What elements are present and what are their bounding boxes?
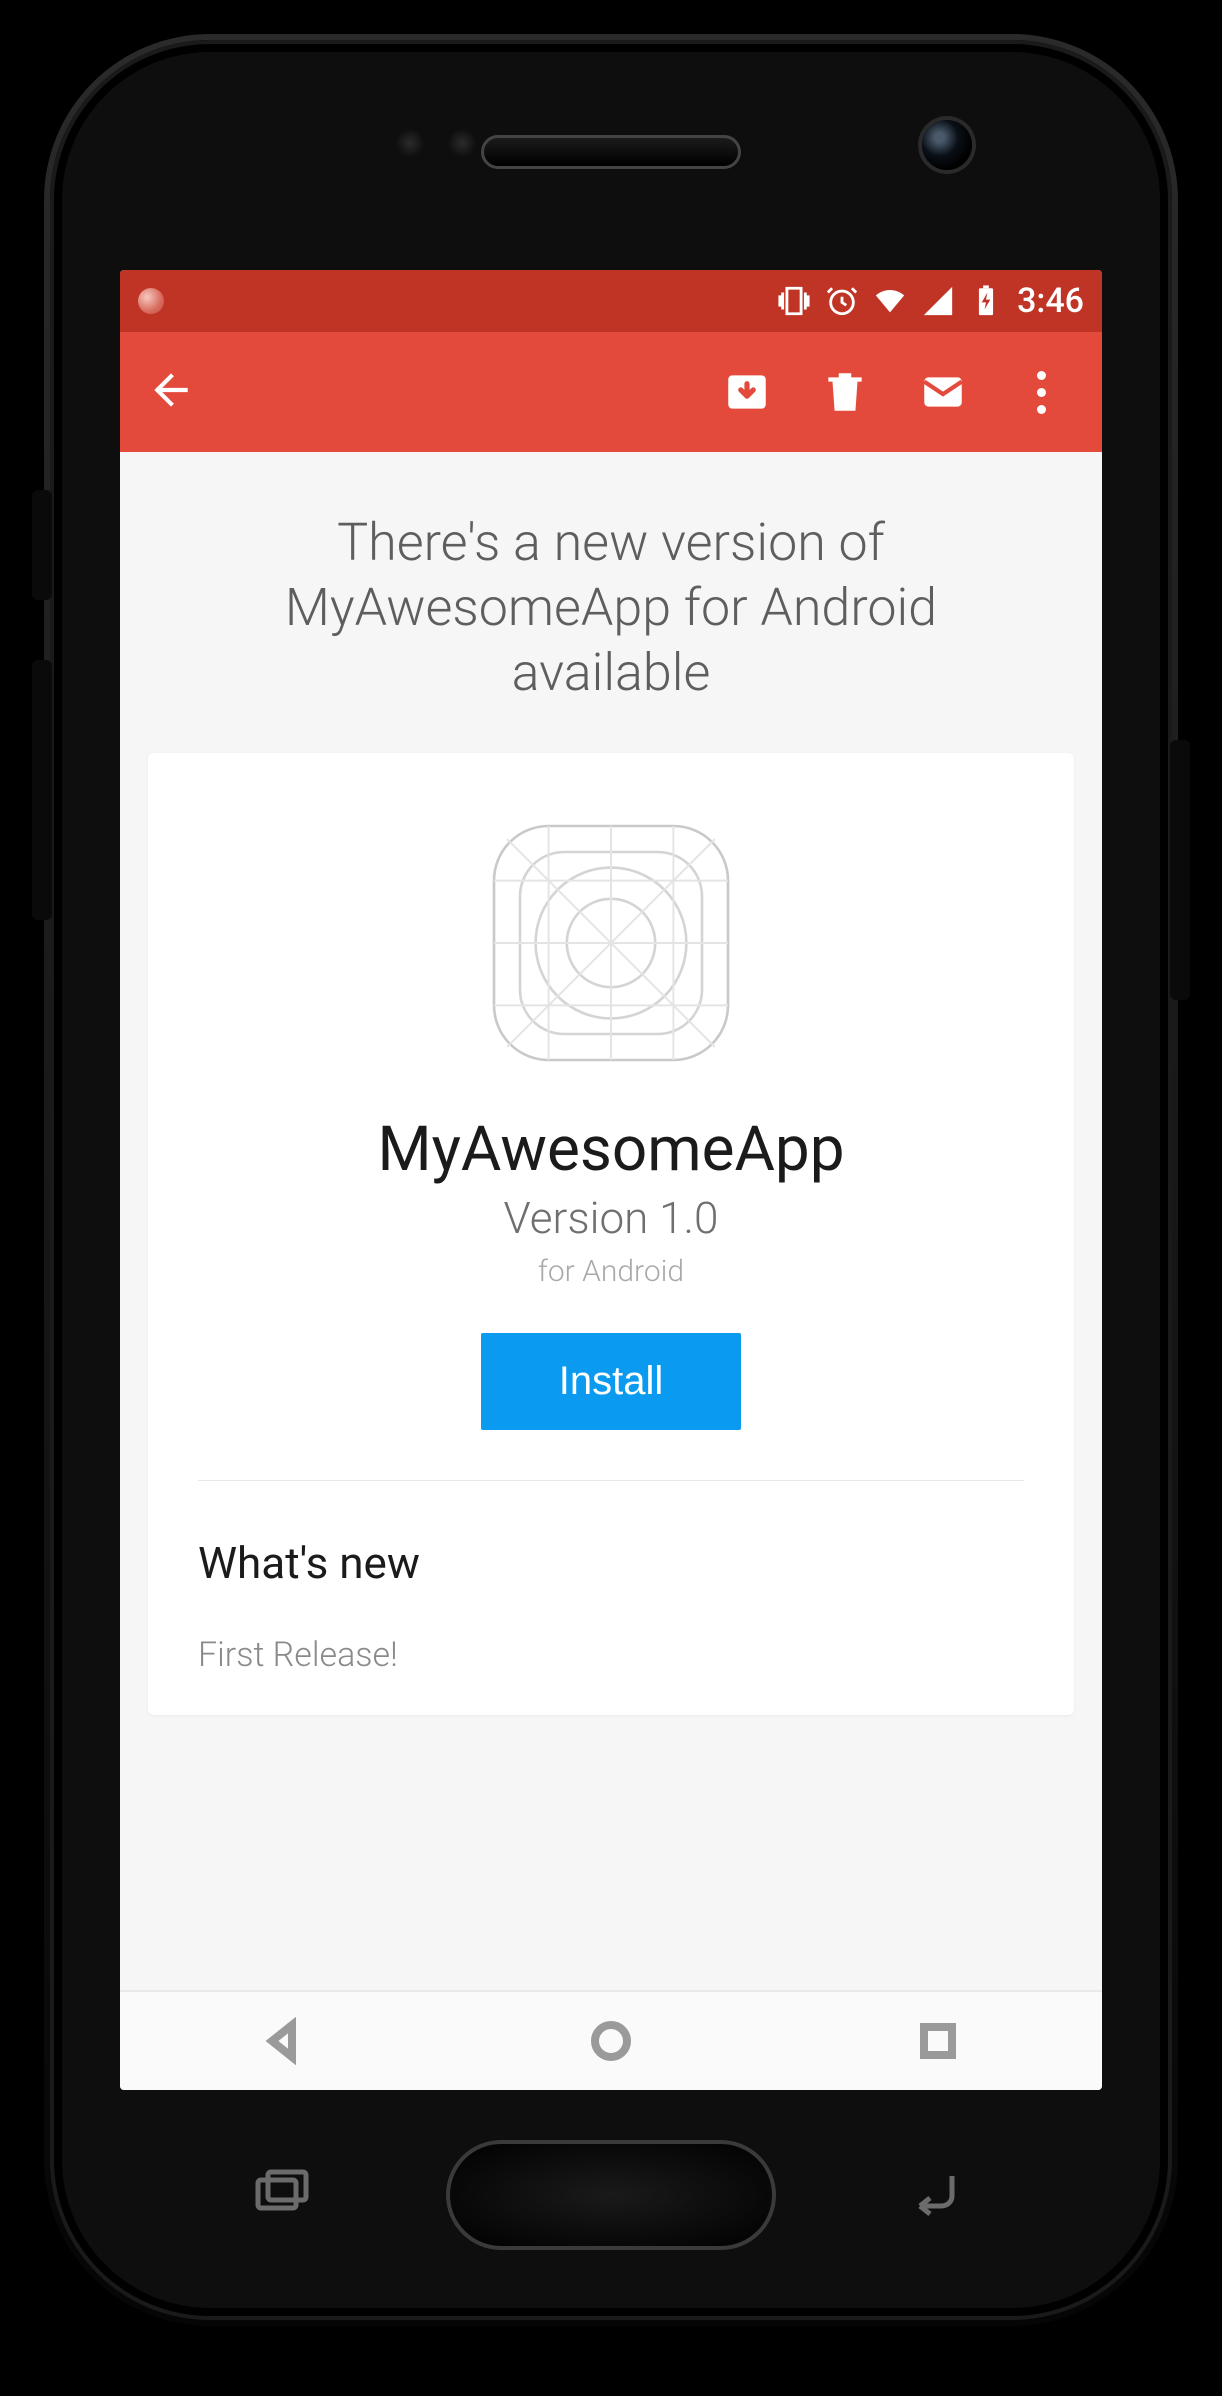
home-hardkey[interactable] <box>446 2140 776 2250</box>
nav-recents-icon <box>914 2017 962 2065</box>
divider <box>198 1480 1024 1481</box>
overflow-menu-button[interactable] <box>1006 371 1076 414</box>
nav-home-button[interactable] <box>581 2011 641 2071</box>
navigation-bar <box>120 1990 1102 2090</box>
delete-button[interactable] <box>810 367 880 417</box>
cellular-signal-icon <box>921 284 955 318</box>
screen: 3:46 There's a new version of MyA <box>120 270 1102 2090</box>
alarm-icon <box>825 284 859 318</box>
back-arrow-icon <box>146 365 196 415</box>
recents-hardkey[interactable] <box>250 2166 320 2220</box>
side-button <box>32 490 52 600</box>
install-button[interactable]: Install <box>481 1333 742 1430</box>
email-subject: There's a new version of MyAwesomeApp fo… <box>148 452 1074 753</box>
mark-unread-button[interactable] <box>908 367 978 417</box>
nav-back-icon <box>260 2017 308 2065</box>
app-name: MyAwesomeApp <box>198 1113 1024 1186</box>
release-notes: First Release! <box>198 1635 1024 1675</box>
archive-icon <box>722 367 772 417</box>
volume-rocker <box>32 660 52 920</box>
more-icon <box>1037 371 1046 380</box>
proximity-sensors <box>395 128 477 158</box>
nav-home-icon <box>587 2017 635 2065</box>
archive-button[interactable] <box>712 367 782 417</box>
app-icon <box>481 813 741 1073</box>
nav-back-button[interactable] <box>254 2011 314 2071</box>
wifi-icon <box>873 284 907 318</box>
update-card: MyAwesomeApp Version 1.0 for Android Ins… <box>148 753 1074 1715</box>
front-camera <box>922 120 972 170</box>
back-button[interactable] <box>146 365 196 419</box>
power-button <box>1170 740 1190 1000</box>
earpiece <box>481 135 741 169</box>
trash-icon <box>820 367 870 417</box>
status-left <box>138 288 164 314</box>
battery-charging-icon <box>969 284 1003 318</box>
mail-icon <box>918 367 968 417</box>
app-platform: for Android <box>198 1254 1024 1289</box>
status-bar: 3:46 <box>120 270 1102 332</box>
nav-recents-button[interactable] <box>908 2011 968 2071</box>
app-bar <box>120 332 1102 452</box>
back-hardkey[interactable] <box>902 2166 972 2220</box>
app-version: Version 1.0 <box>198 1192 1024 1244</box>
whats-new-heading: What's new <box>198 1537 1024 1589</box>
status-time: 3:46 <box>1017 281 1084 321</box>
recording-indicator-icon <box>138 288 164 314</box>
email-body[interactable]: There's a new version of MyAwesomeApp fo… <box>120 452 1102 1990</box>
status-right: 3:46 <box>777 281 1084 321</box>
phone-frame: 3:46 There's a new version of MyA <box>50 40 1172 2320</box>
vibrate-icon <box>777 284 811 318</box>
